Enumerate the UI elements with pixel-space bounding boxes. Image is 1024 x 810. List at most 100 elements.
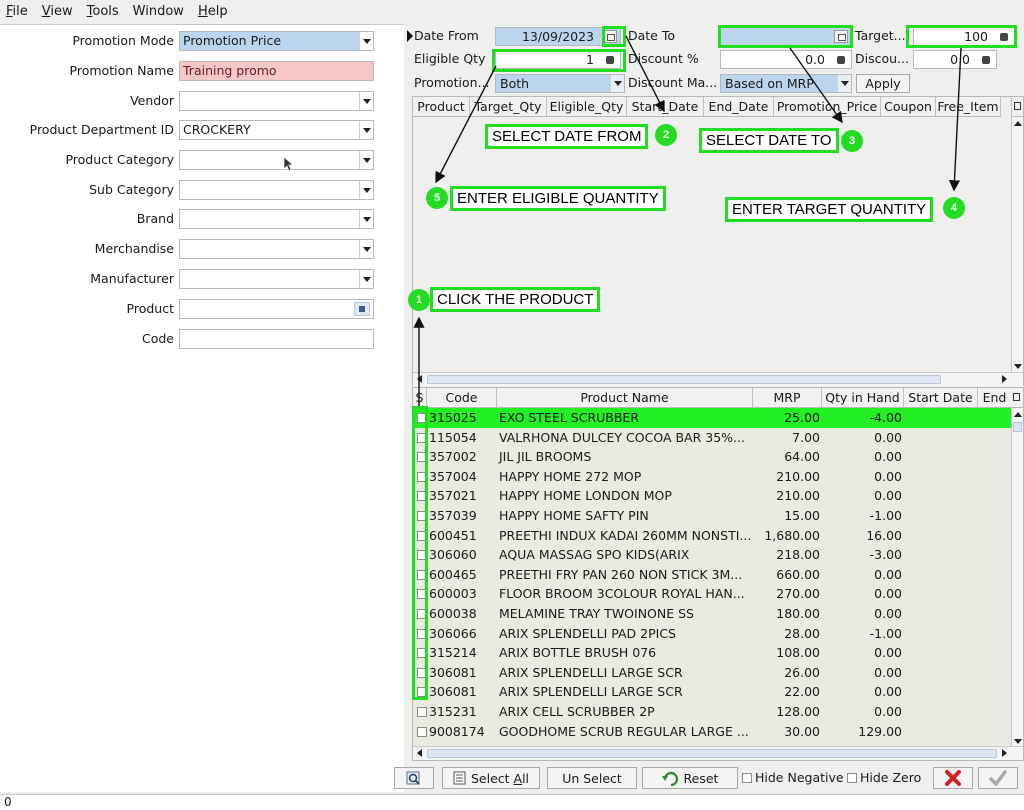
col-qty-in-hand[interactable]: Qty in Hand: [822, 388, 904, 408]
row-select-checkbox[interactable]: [417, 707, 427, 717]
col-coupon[interactable]: Coupon: [881, 97, 936, 116]
col-target-qty[interactable]: Target_Qty: [470, 97, 547, 116]
menu-window[interactable]: Window: [133, 4, 184, 19]
scroll-thumb[interactable]: [427, 749, 997, 758]
dropdown-arrow-icon[interactable]: [359, 240, 373, 258]
select-all-button[interactable]: Select All: [442, 767, 540, 789]
table-row[interactable]: 115054 VALRHONA DULCEY COCOA BAR 35%... 7.…: [413, 428, 1011, 448]
table-row[interactable]: 306081 ARIX SPLENDELLI LARGE SCR 22.00 0.00: [413, 682, 1011, 702]
manufacturer-select[interactable]: [179, 269, 374, 289]
cell-qty-in-hand: 0.00: [874, 488, 902, 504]
hide-negative-checkbox[interactable]: Hide Negative: [742, 770, 844, 785]
promotion-mode-select[interactable]: Promotion Price: [179, 31, 374, 51]
table-row[interactable]: 306060 AQUA MASSAG SPO KIDS(ARIX 218.00 -3.…: [413, 545, 1011, 565]
menu-file[interactable]: File: [6, 4, 28, 19]
col-end-date[interactable]: End: [978, 388, 1012, 408]
lookup-icon[interactable]: [354, 302, 370, 316]
product-grid-hscroll[interactable]: [413, 746, 1023, 760]
col-free-item[interactable]: Free_Item: [936, 97, 1001, 116]
dropdown-arrow-icon[interactable]: [359, 121, 373, 139]
table-row[interactable]: 306081 ARIX SPLENDELLI LARGE SCR 26.00 0.00: [413, 663, 1011, 683]
table-row[interactable]: 600038 MELAMINE TRAY TWOINONE SS 180.00 0.0…: [413, 604, 1011, 624]
table-row[interactable]: 600451 PREETHI INDUX KADAI 260MM NONSTI..…: [413, 526, 1011, 546]
find-button[interactable]: [394, 767, 434, 789]
table-row[interactable]: 315231 ARIX CELL SCRUBBER 2P 128.00 0.00: [413, 702, 1011, 722]
col-product-name[interactable]: Product Name: [497, 388, 753, 408]
cell-code: 9008174: [429, 723, 485, 739]
dropdown-arrow-icon[interactable]: [610, 75, 624, 92]
cell-mrp: 180.00: [776, 606, 820, 621]
table-row[interactable]: 357004 HAPPY HOME 272 MOP 210.00 0.00: [413, 467, 1011, 487]
department-select[interactable]: CROCKERY: [179, 120, 374, 140]
discount-percent-input[interactable]: 0.0: [720, 50, 852, 69]
table-row[interactable]: 315214 ARIX BOTTLE BRUSH 076 108.00 0.00: [413, 643, 1011, 663]
spinner-icon[interactable]: [834, 53, 848, 66]
promotion-grid-vscroll[interactable]: [1011, 117, 1023, 373]
col-product[interactable]: Product: [413, 97, 470, 116]
scroll-thumb[interactable]: [427, 375, 941, 384]
scroll-down-icon[interactable]: [1014, 364, 1022, 369]
dropdown-arrow-icon[interactable]: [359, 270, 373, 288]
col-start-date[interactable]: Start_Date: [627, 97, 704, 116]
merchandise-select[interactable]: [179, 239, 374, 259]
scroll-right-icon[interactable]: [1002, 749, 1007, 757]
table-row[interactable]: 357002 JIL JIL BROOMS 64.00 0.00: [413, 447, 1011, 467]
spinner-icon[interactable]: [979, 53, 993, 66]
table-row[interactable]: 315025 EXO STEEL SCRUBBER 25.00 -4.00: [413, 408, 1011, 428]
subcategory-select[interactable]: [179, 180, 374, 200]
scroll-down-icon[interactable]: [1014, 739, 1022, 744]
product-grid-vscroll[interactable]: [1011, 408, 1023, 748]
col-end-date[interactable]: End_Date: [704, 97, 774, 116]
dropdown-arrow-icon[interactable]: [359, 151, 373, 169]
dropdown-arrow-icon[interactable]: [359, 92, 373, 110]
table-row[interactable]: 357021 HAPPY HOME LONDON MOP 210.00 0.00: [413, 486, 1011, 506]
vendor-select[interactable]: [179, 91, 374, 111]
cancel-button[interactable]: [933, 767, 973, 789]
dropdown-arrow-icon[interactable]: [359, 181, 373, 199]
hide-zero-checkbox[interactable]: Hide Zero: [847, 770, 921, 785]
col-mrp[interactable]: MRP: [753, 388, 822, 408]
cell-qty-in-hand: 0.00: [874, 645, 902, 661]
table-row[interactable]: 306066 ARIX SPLENDELLI PAD 2PICS 28.00 -1.0…: [413, 624, 1011, 644]
step-3-callout: SELECT DATE TO: [699, 128, 839, 153]
menu-tools[interactable]: Tools: [87, 4, 119, 19]
col-start-date[interactable]: Start Date: [904, 388, 978, 408]
reset-button[interactable]: Reset: [642, 767, 738, 789]
discount-amount-input[interactable]: 0.0: [913, 50, 997, 69]
dropdown-arrow-icon[interactable]: [359, 210, 373, 228]
table-row[interactable]: 357039 HAPPY HOME SAFTY PIN 15.00 -1.00: [413, 506, 1011, 526]
promotion-name-input[interactable]: Training promo: [179, 61, 374, 81]
scroll-left-icon[interactable]: [417, 375, 422, 383]
scroll-left-icon[interactable]: [417, 749, 422, 757]
col-promotion-price[interactable]: Promotion_Price: [774, 97, 881, 116]
brand-select[interactable]: [179, 209, 374, 229]
column-chooser-icon[interactable]: [1011, 388, 1023, 408]
discount-percent-label: Discount %: [628, 51, 699, 66]
code-input[interactable]: [179, 329, 374, 349]
scroll-thumb[interactable]: [1013, 422, 1022, 432]
apply-button[interactable]: Apply: [856, 74, 910, 93]
unselect-button[interactable]: Un Select: [547, 767, 637, 789]
table-row[interactable]: 600003 FLOOR BROOM 3COLOUR ROYAL HAN... 27…: [413, 584, 1011, 604]
ok-button[interactable]: [978, 767, 1018, 789]
scroll-up-icon[interactable]: [1014, 412, 1022, 417]
scroll-up-icon[interactable]: [1014, 121, 1022, 126]
col-code[interactable]: Code: [427, 388, 497, 408]
table-row[interactable]: 9008174 GOODHOME SCRUB REGULAR LARGE ... 3…: [413, 722, 1011, 742]
scroll-right-icon[interactable]: [1002, 375, 1007, 383]
promotion-grid-hscroll[interactable]: [413, 372, 1023, 386]
row-select-checkbox[interactable]: [417, 726, 427, 737]
column-chooser-icon[interactable]: [1011, 97, 1023, 117]
menu-view[interactable]: View: [42, 4, 73, 19]
menu-help[interactable]: Help: [198, 4, 228, 19]
promotion-type-select[interactable]: Both: [495, 74, 625, 93]
discount-mode-select[interactable]: Based on MRP: [720, 74, 852, 93]
cell-qty-in-hand: -1.00: [869, 625, 902, 641]
dropdown-arrow-icon[interactable]: [837, 75, 851, 92]
category-select[interactable]: [179, 150, 374, 170]
dropdown-arrow-icon[interactable]: [359, 32, 373, 50]
col-eligible-qty[interactable]: Eligible_Qty: [547, 97, 627, 116]
table-row[interactable]: 600465 PREETHI FRY PAN 260 NON STICK 3M..…: [413, 565, 1011, 585]
col-select[interactable]: S: [413, 388, 427, 408]
product-lookup-input[interactable]: [179, 299, 374, 319]
